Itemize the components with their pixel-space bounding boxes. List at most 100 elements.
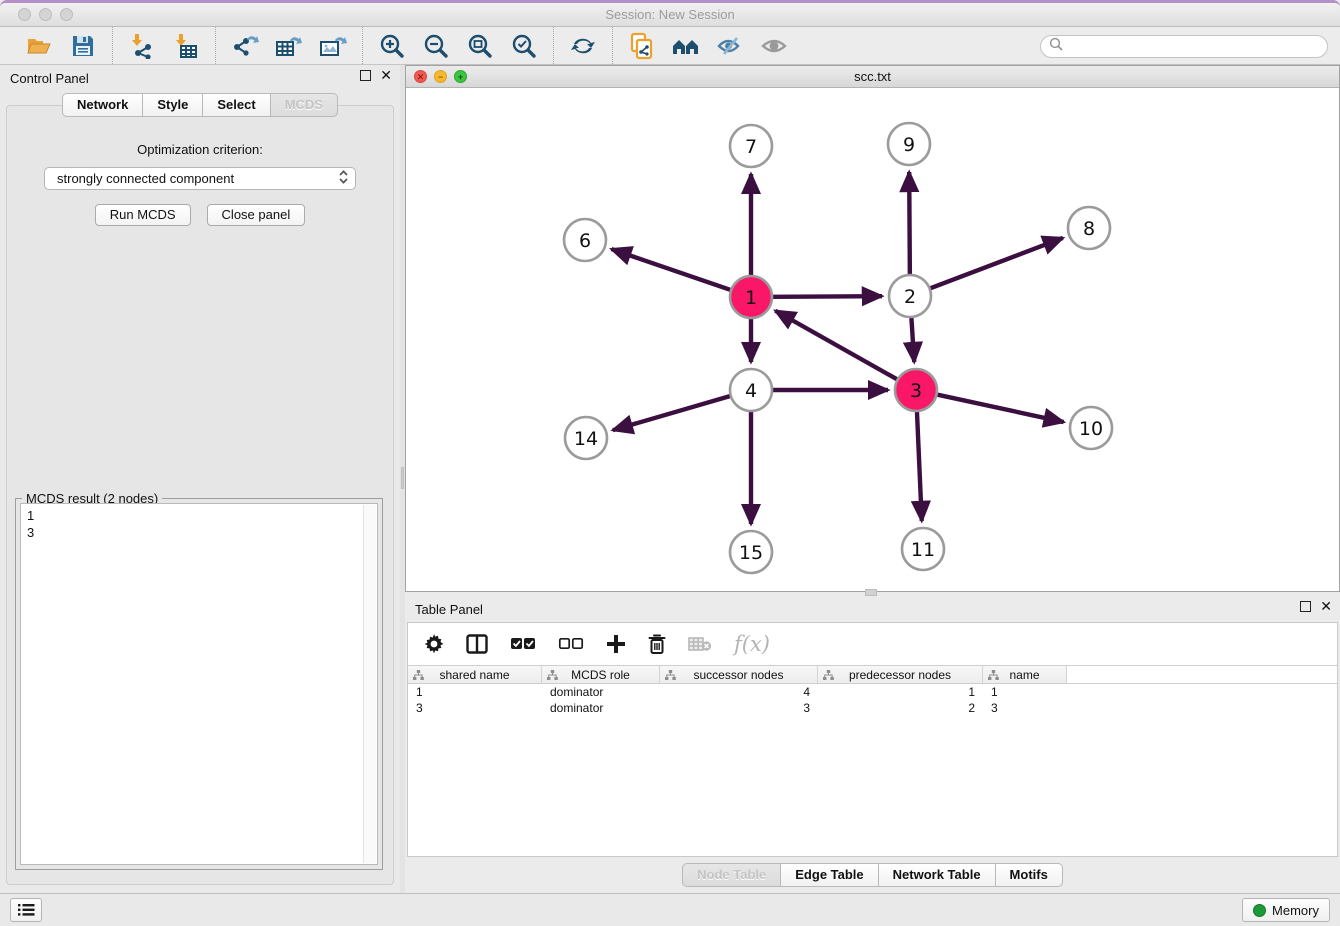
splitter-grip[interactable] bbox=[401, 467, 404, 489]
column-header-MCDS-role[interactable]: MCDS role bbox=[542, 666, 660, 683]
network-canvas[interactable]: 7968124314101511 bbox=[406, 88, 1339, 591]
column-header-name[interactable]: name bbox=[983, 666, 1067, 683]
hierarchy-icon bbox=[665, 670, 676, 681]
column-header-shared-name[interactable]: shared name bbox=[408, 666, 542, 683]
apply-layout-icon[interactable] bbox=[568, 32, 598, 60]
hide-selected-icon[interactable] bbox=[715, 32, 745, 60]
column-header-filler bbox=[1067, 666, 1337, 683]
chevron-updown-icon bbox=[338, 169, 349, 188]
zoom-selected-icon[interactable] bbox=[509, 32, 539, 60]
column-header-successor-nodes[interactable]: successor nodes bbox=[660, 666, 818, 683]
table-cell[interactable]: 1 bbox=[983, 684, 1067, 700]
window-title: Session: New Session bbox=[0, 7, 1340, 22]
zoom-in-icon[interactable] bbox=[377, 32, 407, 60]
control-panel-close-icon[interactable]: ✕ bbox=[380, 70, 392, 81]
export-image-icon[interactable] bbox=[318, 32, 348, 60]
export-network-icon[interactable] bbox=[230, 32, 260, 60]
task-history-button[interactable] bbox=[10, 898, 42, 922]
hierarchy-icon bbox=[413, 670, 424, 681]
optimization-criterion-label: Optimization criterion: bbox=[7, 142, 393, 157]
table-row[interactable]: 3dominator323 bbox=[408, 700, 1337, 716]
deselect-all-columns-icon[interactable] bbox=[558, 637, 584, 651]
graph-edge-3-11[interactable] bbox=[917, 412, 922, 521]
table-cell[interactable]: dominator bbox=[542, 684, 660, 700]
table-panel-float-icon[interactable] bbox=[1300, 601, 1311, 612]
table-cell[interactable]: 3 bbox=[660, 700, 818, 716]
tab-network[interactable]: Network bbox=[62, 93, 143, 117]
mcds-result-list[interactable]: 1 3 bbox=[20, 503, 378, 865]
result-scrollbar[interactable] bbox=[363, 505, 376, 863]
graph-edge-3-1[interactable] bbox=[775, 311, 896, 379]
graph-node-label: 1 bbox=[745, 287, 757, 309]
graph-edge-2-3[interactable] bbox=[911, 318, 914, 362]
save-session-icon[interactable] bbox=[68, 32, 98, 60]
mcds-result-item[interactable]: 3 bbox=[27, 524, 377, 541]
column-header-predecessor-nodes[interactable]: predecessor nodes bbox=[818, 666, 983, 683]
tab-select[interactable]: Select bbox=[203, 93, 270, 117]
select-all-columns-icon[interactable] bbox=[510, 637, 536, 651]
close-panel-button[interactable]: Close panel bbox=[207, 204, 306, 226]
graph-node-label: 3 bbox=[910, 380, 922, 402]
table-cell[interactable]: 3 bbox=[983, 700, 1067, 716]
zoom-out-icon[interactable] bbox=[421, 32, 451, 60]
delete-column-icon[interactable] bbox=[648, 634, 666, 655]
tab-network-table[interactable]: Network Table bbox=[879, 863, 996, 887]
control-panel-tabs: Network Style Select MCDS bbox=[0, 93, 400, 117]
graph-edge-2-9[interactable] bbox=[909, 172, 910, 274]
control-panel-float-icon[interactable] bbox=[360, 70, 371, 81]
status-bar: Memory bbox=[0, 893, 1340, 926]
graph-edge-2-8[interactable] bbox=[931, 238, 1063, 288]
settings-gear-icon[interactable] bbox=[424, 634, 444, 654]
memory-button-label: Memory bbox=[1272, 903, 1319, 918]
tab-edge-table[interactable]: Edge Table bbox=[781, 863, 878, 887]
optimization-criterion-select[interactable]: strongly connected component bbox=[44, 167, 356, 190]
graph-node-label: 8 bbox=[1083, 218, 1095, 240]
graph-edge-1-6[interactable] bbox=[611, 249, 730, 290]
export-table-icon[interactable] bbox=[274, 32, 304, 60]
graph-edge-4-14[interactable] bbox=[613, 396, 730, 430]
table-cell[interactable]: 4 bbox=[660, 684, 818, 700]
graph-node-label: 10 bbox=[1079, 418, 1103, 440]
network-graph[interactable]: 7968124314101511 bbox=[406, 88, 1337, 590]
tab-motifs[interactable]: Motifs bbox=[996, 863, 1063, 887]
control-panel: Control Panel ✕ Network Style Select MCD… bbox=[0, 65, 400, 893]
graph-node-label: 15 bbox=[739, 542, 763, 564]
add-column-icon[interactable] bbox=[606, 634, 626, 654]
graph-edge-1-2[interactable] bbox=[773, 296, 882, 297]
first-neighbors-icon[interactable] bbox=[671, 32, 701, 60]
import-network-icon[interactable] bbox=[127, 32, 157, 60]
clone-network-icon[interactable] bbox=[627, 32, 657, 60]
memory-button[interactable]: Memory bbox=[1242, 898, 1330, 922]
table-cell[interactable]: 1 bbox=[818, 684, 983, 700]
search-input[interactable] bbox=[1040, 35, 1328, 58]
network-window-titlebar[interactable]: ✕ − + scc.txt bbox=[406, 66, 1339, 88]
tab-node-table[interactable]: Node Table bbox=[682, 863, 781, 887]
tab-mcds[interactable]: MCDS bbox=[271, 93, 338, 117]
table-cell[interactable]: 2 bbox=[818, 700, 983, 716]
delete-table-icon[interactable] bbox=[688, 636, 712, 652]
table-cell[interactable]: dominator bbox=[542, 700, 660, 716]
graph-node-label: 7 bbox=[745, 136, 757, 158]
optimization-criterion-value: strongly connected component bbox=[57, 171, 338, 186]
open-file-icon[interactable] bbox=[24, 32, 54, 60]
table-header-row: shared nameMCDS rolesuccessor nodesprede… bbox=[408, 665, 1337, 684]
splitter-grip[interactable] bbox=[865, 589, 877, 596]
table-rows[interactable]: 1dominator4113dominator323 bbox=[408, 684, 1337, 856]
mcds-result-item[interactable]: 1 bbox=[27, 507, 377, 524]
function-builder-icon[interactable]: f(x) bbox=[734, 632, 770, 656]
table-row[interactable]: 1dominator411 bbox=[408, 684, 1337, 700]
control-panel-title: Control Panel bbox=[10, 71, 89, 86]
hierarchy-icon bbox=[547, 670, 558, 681]
column-layout-icon[interactable] bbox=[466, 634, 488, 654]
show-all-icon[interactable] bbox=[759, 32, 789, 60]
table-cell[interactable]: 1 bbox=[408, 684, 542, 700]
tab-style[interactable]: Style bbox=[143, 93, 203, 117]
zoom-fit-icon[interactable] bbox=[465, 32, 495, 60]
table-panel-close-icon[interactable]: ✕ bbox=[1320, 601, 1332, 612]
graph-edge-3-10[interactable] bbox=[937, 395, 1063, 422]
import-table-icon[interactable] bbox=[171, 32, 201, 60]
vertical-splitter[interactable] bbox=[400, 65, 405, 893]
graph-node-label: 11 bbox=[911, 539, 935, 561]
table-cell[interactable]: 3 bbox=[408, 700, 542, 716]
run-mcds-button[interactable]: Run MCDS bbox=[95, 204, 191, 226]
